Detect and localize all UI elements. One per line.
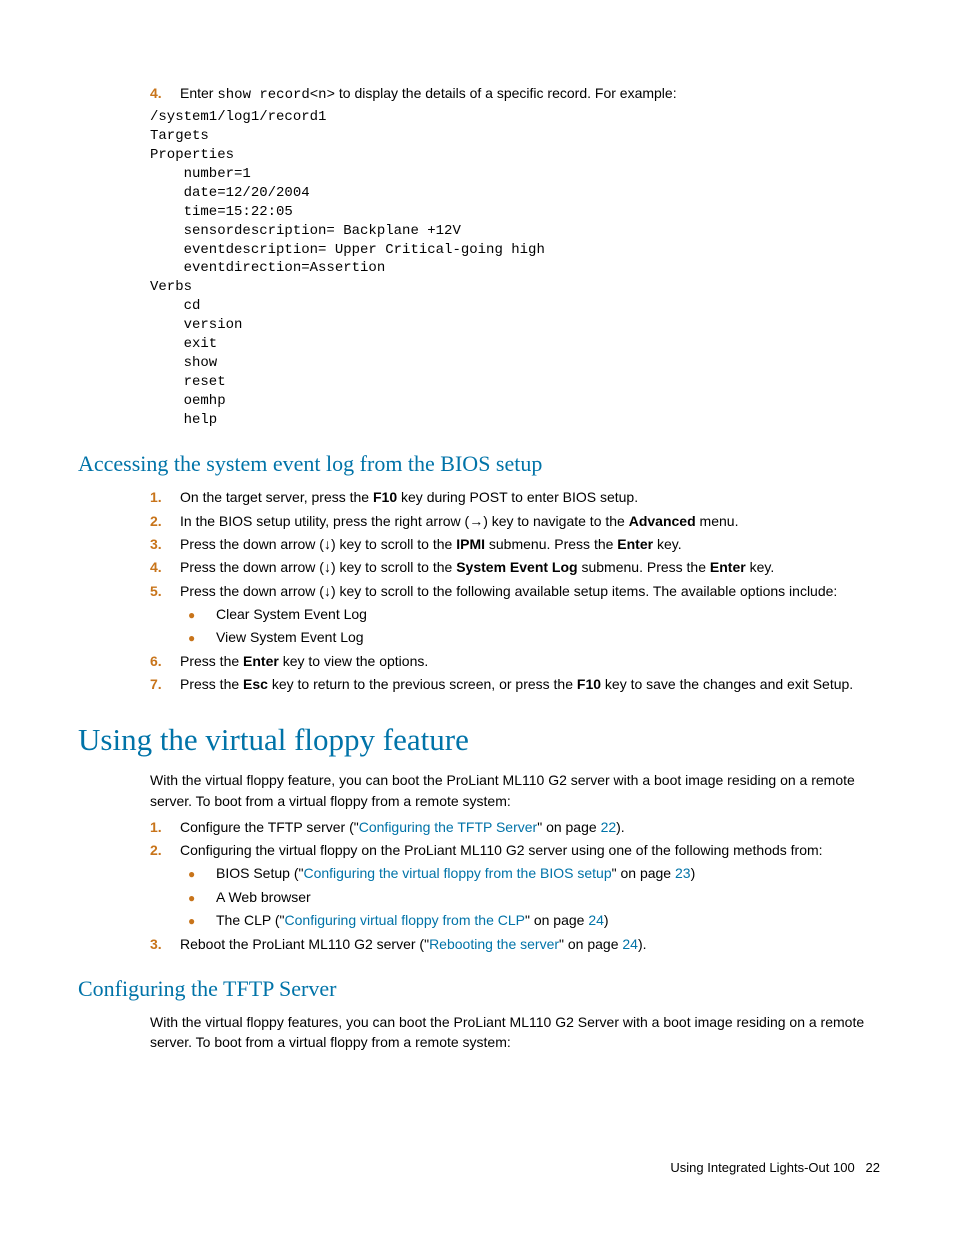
step-number: 4. <box>150 83 180 105</box>
list-step: 4.Press the down arrow (↓) key to scroll… <box>150 557 880 577</box>
bullet-icon: ● <box>188 887 216 907</box>
step-text: Configuring the virtual floppy on the Pr… <box>180 840 880 860</box>
step-text: Press the down arrow (↓) key to scroll t… <box>180 534 880 554</box>
list-item: ●View System Event Log <box>188 627 880 647</box>
step-text: In the BIOS setup utility, press the rig… <box>180 511 880 531</box>
cross-reference-link[interactable]: Configuring the TFTP Server <box>359 819 537 835</box>
cross-reference-link[interactable]: 22 <box>601 819 617 835</box>
page-footer: Using Integrated Lights-Out 100 22 <box>670 1160 880 1175</box>
list-step: 5.Press the down arrow (↓) key to scroll… <box>150 581 880 601</box>
step-number: 1. <box>150 817 180 837</box>
cross-reference-link[interactable]: 23 <box>675 865 691 881</box>
step-number: 4. <box>150 557 180 577</box>
section2-steps: 1.Configure the TFTP server ("Configurin… <box>150 817 880 954</box>
list-step: 6.Press the Enter key to view the option… <box>150 651 880 671</box>
list-step: 3.Reboot the ProLiant ML110 G2 server ("… <box>150 934 880 954</box>
step-number: 5. <box>150 581 180 601</box>
list-step: 2.Configuring the virtual floppy on the … <box>150 840 880 860</box>
section2-intro: With the virtual floppy feature, you can… <box>150 770 880 811</box>
section3-intro: With the virtual floppy features, you ca… <box>150 1012 880 1053</box>
list-step: 2.In the BIOS setup utility, press the r… <box>150 511 880 531</box>
step-number: 2. <box>150 511 180 531</box>
step-text: Enter show record<n> to display the deta… <box>180 83 880 105</box>
step-text: Press the Esc key to return to the previ… <box>180 674 880 694</box>
page: 4. Enter show record<n> to display the d… <box>0 0 954 1235</box>
bullet-icon: ● <box>188 910 216 930</box>
list-step: 3.Press the down arrow (↓) key to scroll… <box>150 534 880 554</box>
list-item: ●Clear System Event Log <box>188 604 880 624</box>
step-number: 7. <box>150 674 180 694</box>
step-text: Press the Enter key to view the options. <box>180 651 880 671</box>
step-number: 3. <box>150 534 180 554</box>
step-text: Press the down arrow (↓) key to scroll t… <box>180 557 880 577</box>
list-step: 1.On the target server, press the F10 ke… <box>150 487 880 507</box>
step-number: 3. <box>150 934 180 954</box>
bullet-icon: ● <box>188 627 216 647</box>
step-text: On the target server, press the F10 key … <box>180 487 880 507</box>
list-item: ●A Web browser <box>188 887 880 907</box>
cross-reference-link[interactable]: Configuring the virtual floppy from the … <box>303 865 611 881</box>
list-item: ●The CLP ("Configuring virtual floppy fr… <box>188 910 880 930</box>
step-text: Configure the TFTP server ("Configuring … <box>180 817 880 837</box>
step-text: Press the down arrow (↓) key to scroll t… <box>180 581 880 601</box>
heading-configuring-tftp: Configuring the TFTP Server <box>78 976 880 1002</box>
cross-reference-link[interactable]: 24 <box>622 936 638 952</box>
step-4-intro: 4. Enter show record<n> to display the d… <box>150 83 880 105</box>
list-step: 7.Press the Esc key to return to the pre… <box>150 674 880 694</box>
bullet-icon: ● <box>188 604 216 624</box>
list-item: ●BIOS Setup ("Configuring the virtual fl… <box>188 863 880 883</box>
cross-reference-link[interactable]: 24 <box>588 912 604 928</box>
step-number: 6. <box>150 651 180 671</box>
cross-reference-link[interactable]: Rebooting the server <box>429 936 559 952</box>
section1-steps: 1.On the target server, press the F10 ke… <box>150 487 880 694</box>
cross-reference-link[interactable]: Configuring virtual floppy from the CLP <box>285 912 525 928</box>
code-output: /system1/log1/record1 Targets Properties… <box>150 108 880 429</box>
step-number: 1. <box>150 487 180 507</box>
list-step: 1.Configure the TFTP server ("Configurin… <box>150 817 880 837</box>
heading-accessing-sel: Accessing the system event log from the … <box>78 451 880 477</box>
step-number: 2. <box>150 840 180 860</box>
bullet-icon: ● <box>188 863 216 883</box>
heading-virtual-floppy: Using the virtual floppy feature <box>78 722 880 758</box>
step-text: Reboot the ProLiant ML110 G2 server ("Re… <box>180 934 880 954</box>
